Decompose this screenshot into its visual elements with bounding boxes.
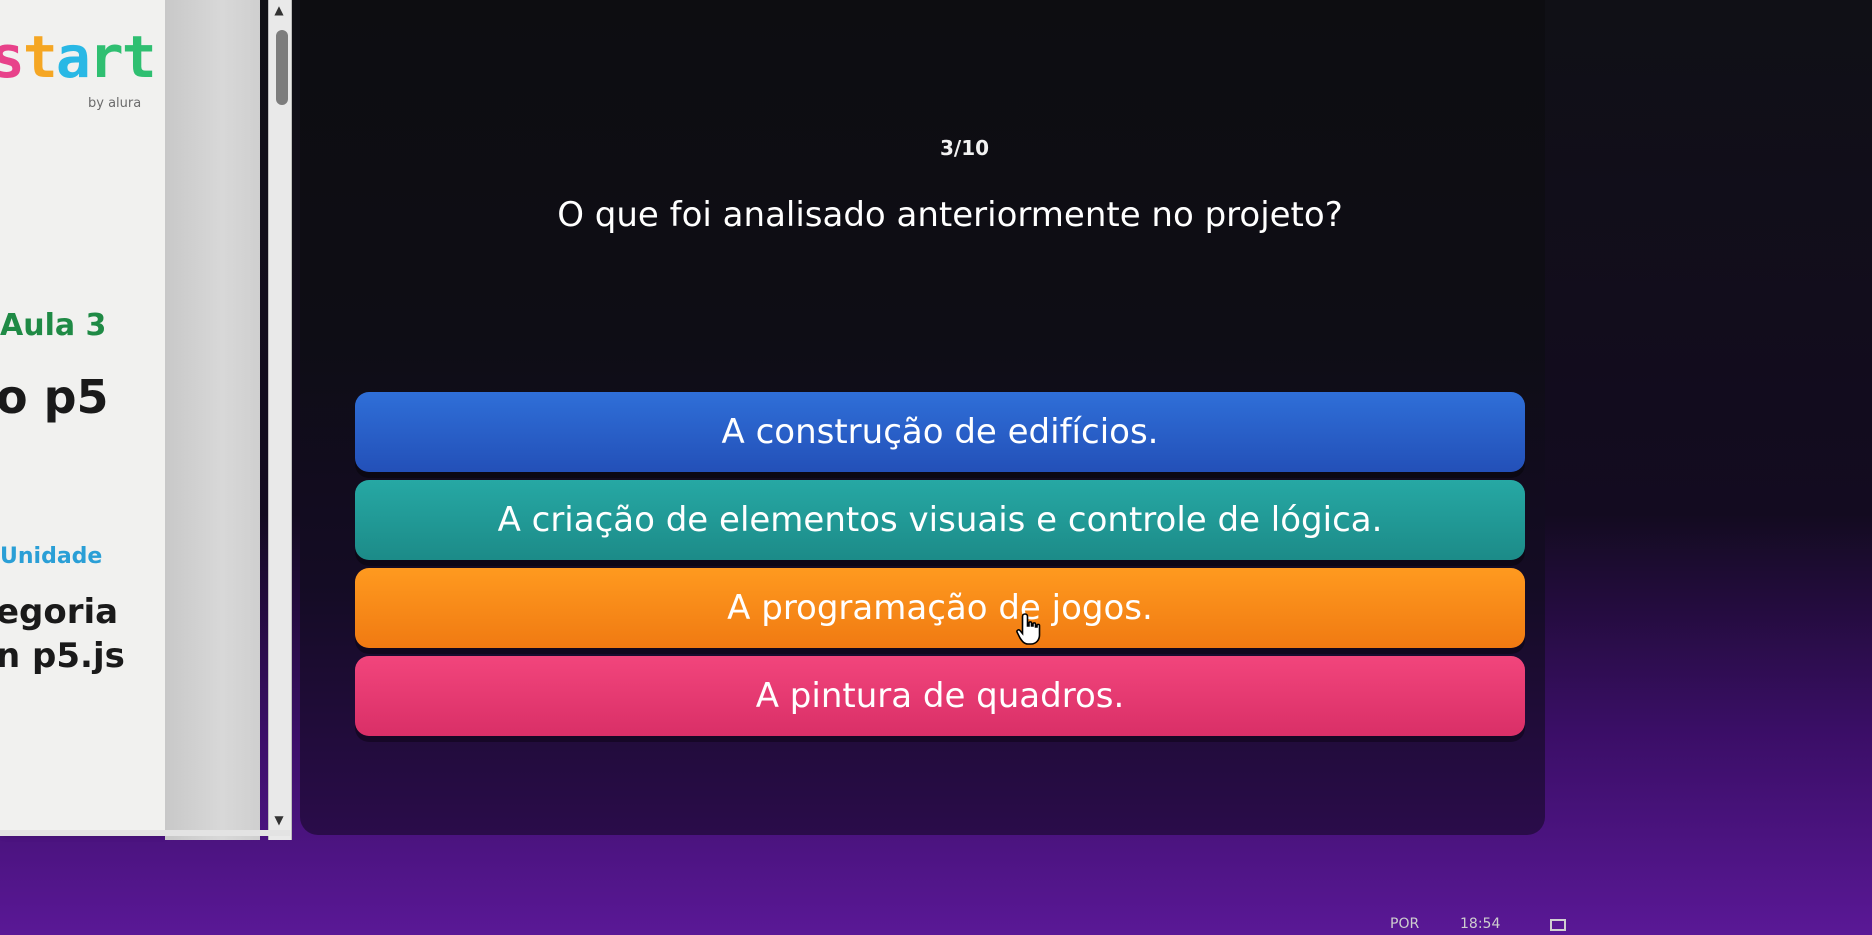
screen: start by alura Aula 3 o p5 Unidade egori…: [0, 0, 1872, 935]
unit-label: Unidade: [0, 544, 103, 569]
course-title: o p5: [0, 370, 109, 424]
answer-option-1[interactable]: A construção de edifícios.: [355, 392, 1525, 472]
answer-option-2[interactable]: A criação de elementos visuais e control…: [355, 480, 1525, 560]
answer-option-3[interactable]: A programação de jogos.: [355, 568, 1525, 648]
scroll-up-arrow-icon[interactable]: ▲: [268, 0, 290, 20]
course-page-panel: start by alura Aula 3 o p5 Unidade egori…: [0, 0, 165, 835]
logo-letter-2: t: [22, 23, 58, 91]
page-gutter: [165, 0, 260, 840]
notification-icon[interactable]: [1550, 919, 1566, 931]
lesson-label: Aula 3: [0, 308, 107, 343]
logo-letter-3: a: [55, 23, 91, 91]
taskbar-clock[interactable]: 18:54: [1460, 916, 1500, 932]
scroll-down-arrow-icon[interactable]: ▼: [268, 810, 290, 830]
by-alura-label: by alura: [88, 96, 142, 111]
logo-letter-1: s: [0, 23, 25, 91]
category-value: n p5.js: [0, 636, 125, 676]
page-footer-divider: [0, 830, 290, 836]
start-logo[interactable]: start: [0, 28, 157, 86]
scrollbar-track[interactable]: [268, 0, 292, 840]
question-text: O que foi analisado anteriormente no pro…: [557, 195, 1343, 235]
logo-letter-4: r: [88, 23, 124, 91]
logo-letter-5: t: [121, 23, 157, 91]
category-label: egoria: [0, 592, 119, 632]
question-progress: 3/10: [940, 136, 990, 160]
taskbar-language[interactable]: POR: [1390, 916, 1419, 932]
hand-cursor-icon: [1016, 613, 1041, 645]
scrollbar-thumb[interactable]: [276, 30, 288, 105]
answer-option-4[interactable]: A pintura de quadros.: [355, 656, 1525, 736]
